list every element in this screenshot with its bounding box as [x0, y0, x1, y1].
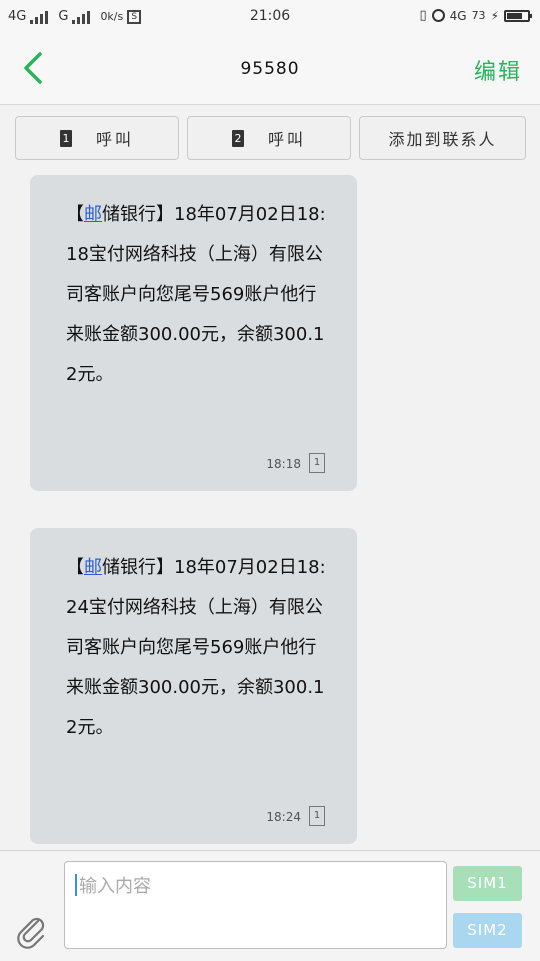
sim-card-icon: 1: [309, 806, 325, 826]
message-link[interactable]: 邮: [84, 204, 102, 225]
edit-button[interactable]: 编辑: [474, 54, 522, 86]
message-bubble[interactable]: 【邮储银行】18年07月02日18:18宝付网络科技（上海）有限公司客账户向您尾…: [30, 175, 357, 491]
send-sim1-button[interactable]: SIM1: [453, 866, 522, 901]
alarm-icon: [431, 9, 445, 22]
message-link[interactable]: 邮: [84, 557, 102, 578]
message-text: 【邮储银行】18年07月02日18:18宝付网络科技（上海）有限公司客账户向您尾…: [66, 195, 328, 395]
message-body: 储银行】18年07月02日18:18宝付网络科技（上海）有限公司客账户向您尾号5…: [66, 204, 326, 385]
bracket: 【: [66, 204, 84, 225]
input-placeholder: 输入内容: [79, 876, 151, 897]
compose-bar: 输入内容 SIM1 SIM2: [0, 850, 540, 961]
bracket: 【: [66, 557, 84, 578]
battery-level: 73: [471, 9, 486, 22]
add-contact-button[interactable]: 添加到联系人: [359, 116, 526, 160]
message-body: 储银行】18年07月02日18:24宝付网络科技（上海）有限公司客账户向您尾号5…: [66, 557, 326, 738]
text-caret: [75, 874, 77, 896]
vibrate-icon: ▯: [419, 8, 427, 23]
status-bar: 4G G 0k/s S 21:06 ▯ 4G 73 ⚡: [0, 0, 540, 34]
action-bar: 1 呼叫 2 呼叫 添加到联系人: [15, 116, 527, 162]
status-right: ▯ 4G 73 ⚡: [419, 8, 532, 23]
sim-card-icon: 1: [309, 453, 325, 473]
call-sim2-button[interactable]: 2 呼叫: [187, 116, 351, 160]
header: 95580 编辑: [0, 34, 540, 105]
network-type-right: 4G: [449, 8, 467, 23]
message-bubble[interactable]: 【邮储银行】18年07月02日18:24宝付网络科技（上海）有限公司客账户向您尾…: [30, 528, 357, 844]
message-time: 18:24: [266, 810, 301, 824]
battery-icon: [504, 9, 532, 22]
message-input[interactable]: 输入内容: [64, 861, 447, 949]
call-sim1-button[interactable]: 1 呼叫: [15, 116, 179, 160]
charging-icon: ⚡: [490, 8, 499, 23]
message-text: 【邮储银行】18年07月02日18:24宝付网络科技（上海）有限公司客账户向您尾…: [66, 548, 328, 748]
call1-label: 呼叫: [95, 130, 134, 149]
message-time: 18:18: [266, 457, 301, 471]
attach-button[interactable]: [16, 913, 48, 949]
paperclip-icon: [17, 917, 45, 949]
sim1-badge: 1: [59, 129, 72, 147]
page-title: 95580: [240, 59, 300, 79]
call2-label: 呼叫: [267, 130, 306, 149]
send-sim2-button[interactable]: SIM2: [453, 913, 522, 948]
sim2-badge: 2: [231, 129, 244, 147]
